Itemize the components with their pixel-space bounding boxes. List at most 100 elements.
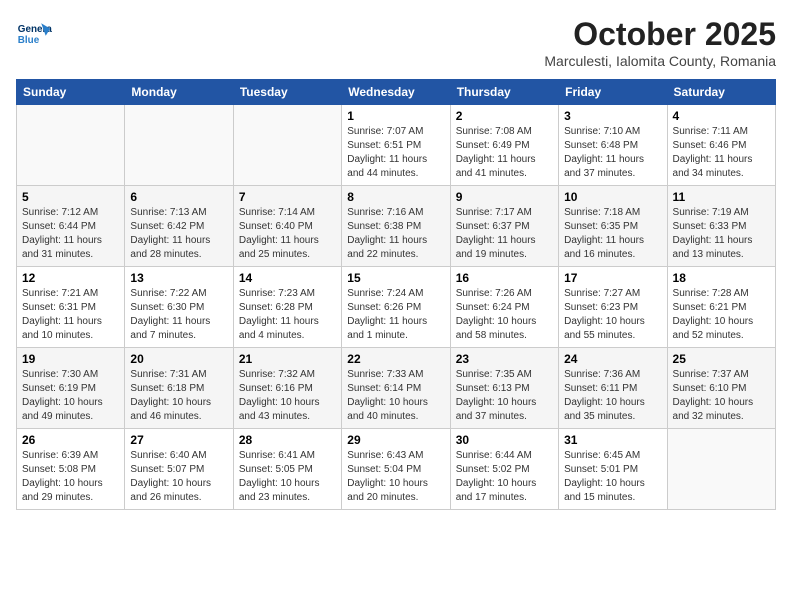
day-number: 23 bbox=[456, 352, 553, 366]
day-number: 11 bbox=[673, 190, 770, 204]
calendar-week-row: 1 Sunrise: 7:07 AM Sunset: 6:51 PM Daylig… bbox=[17, 105, 776, 186]
day-detail: Sunrise: 7:12 AM Sunset: 6:44 PM Dayligh… bbox=[22, 206, 119, 262]
month-title: October 2025 bbox=[544, 16, 776, 53]
weekday-header-saturday: Saturday bbox=[667, 80, 775, 105]
day-number: 25 bbox=[673, 352, 770, 366]
day-detail: Sunrise: 6:43 AM Sunset: 5:04 PM Dayligh… bbox=[347, 449, 444, 505]
day-detail: Sunrise: 7:31 AM Sunset: 6:18 PM Dayligh… bbox=[130, 368, 227, 424]
calendar-cell: 10 Sunrise: 7:18 AM Sunset: 6:35 PM Dayli… bbox=[559, 186, 667, 267]
day-number: 18 bbox=[673, 271, 770, 285]
day-detail: Sunrise: 7:37 AM Sunset: 6:10 PM Dayligh… bbox=[673, 368, 770, 424]
day-detail: Sunrise: 7:24 AM Sunset: 6:26 PM Dayligh… bbox=[347, 287, 444, 343]
calendar-cell: 7 Sunrise: 7:14 AM Sunset: 6:40 PM Daylig… bbox=[233, 186, 341, 267]
calendar-cell: 21 Sunrise: 7:32 AM Sunset: 6:16 PM Dayli… bbox=[233, 348, 341, 429]
day-detail: Sunrise: 7:26 AM Sunset: 6:24 PM Dayligh… bbox=[456, 287, 553, 343]
calendar-cell: 24 Sunrise: 7:36 AM Sunset: 6:11 PM Dayli… bbox=[559, 348, 667, 429]
day-detail: Sunrise: 6:41 AM Sunset: 5:05 PM Dayligh… bbox=[239, 449, 336, 505]
day-number: 30 bbox=[456, 433, 553, 447]
calendar-cell: 19 Sunrise: 7:30 AM Sunset: 6:19 PM Dayli… bbox=[17, 348, 125, 429]
day-detail: Sunrise: 7:10 AM Sunset: 6:48 PM Dayligh… bbox=[564, 125, 661, 181]
day-number: 15 bbox=[347, 271, 444, 285]
weekday-header-monday: Monday bbox=[125, 80, 233, 105]
day-number: 26 bbox=[22, 433, 119, 447]
day-detail: Sunrise: 7:16 AM Sunset: 6:38 PM Dayligh… bbox=[347, 206, 444, 262]
calendar-week-row: 26 Sunrise: 6:39 AM Sunset: 5:08 PM Dayli… bbox=[17, 429, 776, 510]
day-number: 24 bbox=[564, 352, 661, 366]
title-area: October 2025 Marculesti, Ialomita County… bbox=[544, 16, 776, 69]
day-detail: Sunrise: 7:30 AM Sunset: 6:19 PM Dayligh… bbox=[22, 368, 119, 424]
calendar-cell: 3 Sunrise: 7:10 AM Sunset: 6:48 PM Daylig… bbox=[559, 105, 667, 186]
location-title: Marculesti, Ialomita County, Romania bbox=[544, 53, 776, 69]
day-number: 4 bbox=[673, 109, 770, 123]
weekday-header-friday: Friday bbox=[559, 80, 667, 105]
calendar-cell: 30Sunrise: 6:44 AM Sunset: 5:02 PM Dayli… bbox=[450, 429, 558, 510]
calendar-table: SundayMondayTuesdayWednesdayThursdayFrid… bbox=[16, 79, 776, 510]
calendar-cell: 14Sunrise: 7:23 AM Sunset: 6:28 PM Dayli… bbox=[233, 267, 341, 348]
calendar-cell: 12Sunrise: 7:21 AM Sunset: 6:31 PM Dayli… bbox=[17, 267, 125, 348]
day-detail: Sunrise: 6:45 AM Sunset: 5:01 PM Dayligh… bbox=[564, 449, 661, 505]
day-detail: Sunrise: 7:23 AM Sunset: 6:28 PM Dayligh… bbox=[239, 287, 336, 343]
calendar-cell: 18 Sunrise: 7:28 AM Sunset: 6:21 PM Dayli… bbox=[667, 267, 775, 348]
day-number: 17 bbox=[564, 271, 661, 285]
weekday-header-tuesday: Tuesday bbox=[233, 80, 341, 105]
day-detail: Sunrise: 7:17 AM Sunset: 6:37 PM Dayligh… bbox=[456, 206, 553, 262]
day-detail: Sunrise: 7:11 AM Sunset: 6:46 PM Dayligh… bbox=[673, 125, 770, 181]
day-detail: Sunrise: 7:19 AM Sunset: 6:33 PM Dayligh… bbox=[673, 206, 770, 262]
day-number: 2 bbox=[456, 109, 553, 123]
calendar-cell: 5Sunrise: 7:12 AM Sunset: 6:44 PM Daylig… bbox=[17, 186, 125, 267]
calendar-cell: 17 Sunrise: 7:27 AM Sunset: 6:23 PM Dayli… bbox=[559, 267, 667, 348]
day-detail: Sunrise: 7:08 AM Sunset: 6:49 PM Dayligh… bbox=[456, 125, 553, 181]
calendar-cell: 13Sunrise: 7:22 AM Sunset: 6:30 PM Dayli… bbox=[125, 267, 233, 348]
day-number: 19 bbox=[22, 352, 119, 366]
calendar-cell: 4 Sunrise: 7:11 AM Sunset: 6:46 PM Daylig… bbox=[667, 105, 775, 186]
day-number: 8 bbox=[347, 190, 444, 204]
calendar-cell: 20Sunrise: 7:31 AM Sunset: 6:18 PM Dayli… bbox=[125, 348, 233, 429]
day-number: 22 bbox=[347, 352, 444, 366]
calendar-cell: 26 Sunrise: 6:39 AM Sunset: 5:08 PM Dayli… bbox=[17, 429, 125, 510]
calendar-cell: 2 Sunrise: 7:08 AM Sunset: 6:49 PM Daylig… bbox=[450, 105, 558, 186]
calendar-cell: 11 Sunrise: 7:19 AM Sunset: 6:33 PM Dayli… bbox=[667, 186, 775, 267]
day-number: 31 bbox=[564, 433, 661, 447]
calendar-cell bbox=[667, 429, 775, 510]
weekday-header-wednesday: Wednesday bbox=[342, 80, 450, 105]
calendar-week-row: 5Sunrise: 7:12 AM Sunset: 6:44 PM Daylig… bbox=[17, 186, 776, 267]
day-number: 12 bbox=[22, 271, 119, 285]
day-number: 7 bbox=[239, 190, 336, 204]
logo-icon: General Blue bbox=[16, 16, 52, 52]
day-detail: Sunrise: 7:07 AM Sunset: 6:51 PM Dayligh… bbox=[347, 125, 444, 181]
day-number: 10 bbox=[564, 190, 661, 204]
day-detail: Sunrise: 7:36 AM Sunset: 6:11 PM Dayligh… bbox=[564, 368, 661, 424]
day-detail: Sunrise: 7:27 AM Sunset: 6:23 PM Dayligh… bbox=[564, 287, 661, 343]
calendar-cell: 29 Sunrise: 6:43 AM Sunset: 5:04 PM Dayli… bbox=[342, 429, 450, 510]
calendar-cell bbox=[125, 105, 233, 186]
day-detail: Sunrise: 7:33 AM Sunset: 6:14 PM Dayligh… bbox=[347, 368, 444, 424]
svg-text:Blue: Blue bbox=[18, 35, 40, 46]
day-number: 6 bbox=[130, 190, 227, 204]
day-number: 21 bbox=[239, 352, 336, 366]
calendar-cell: 31 Sunrise: 6:45 AM Sunset: 5:01 PM Dayli… bbox=[559, 429, 667, 510]
day-number: 29 bbox=[347, 433, 444, 447]
day-number: 1 bbox=[347, 109, 444, 123]
calendar-cell: 16 Sunrise: 7:26 AM Sunset: 6:24 PM Dayli… bbox=[450, 267, 558, 348]
calendar-cell: 15 Sunrise: 7:24 AM Sunset: 6:26 PM Dayli… bbox=[342, 267, 450, 348]
day-detail: Sunrise: 7:18 AM Sunset: 6:35 PM Dayligh… bbox=[564, 206, 661, 262]
day-detail: Sunrise: 7:32 AM Sunset: 6:16 PM Dayligh… bbox=[239, 368, 336, 424]
day-number: 9 bbox=[456, 190, 553, 204]
day-number: 16 bbox=[456, 271, 553, 285]
calendar-week-row: 19 Sunrise: 7:30 AM Sunset: 6:19 PM Dayli… bbox=[17, 348, 776, 429]
calendar-week-row: 12Sunrise: 7:21 AM Sunset: 6:31 PM Dayli… bbox=[17, 267, 776, 348]
day-detail: Sunrise: 7:13 AM Sunset: 6:42 PM Dayligh… bbox=[130, 206, 227, 262]
calendar-cell: 6 Sunrise: 7:13 AM Sunset: 6:42 PM Daylig… bbox=[125, 186, 233, 267]
calendar-cell: 22 Sunrise: 7:33 AM Sunset: 6:14 PM Dayli… bbox=[342, 348, 450, 429]
day-number: 27 bbox=[130, 433, 227, 447]
day-detail: Sunrise: 6:39 AM Sunset: 5:08 PM Dayligh… bbox=[22, 449, 119, 505]
day-number: 3 bbox=[564, 109, 661, 123]
day-detail: Sunrise: 7:35 AM Sunset: 6:13 PM Dayligh… bbox=[456, 368, 553, 424]
calendar-cell: 25 Sunrise: 7:37 AM Sunset: 6:10 PM Dayli… bbox=[667, 348, 775, 429]
day-number: 28 bbox=[239, 433, 336, 447]
calendar-cell bbox=[233, 105, 341, 186]
day-detail: Sunrise: 7:14 AM Sunset: 6:40 PM Dayligh… bbox=[239, 206, 336, 262]
day-detail: Sunrise: 6:40 AM Sunset: 5:07 PM Dayligh… bbox=[130, 449, 227, 505]
day-detail: Sunrise: 7:28 AM Sunset: 6:21 PM Dayligh… bbox=[673, 287, 770, 343]
weekday-header-thursday: Thursday bbox=[450, 80, 558, 105]
